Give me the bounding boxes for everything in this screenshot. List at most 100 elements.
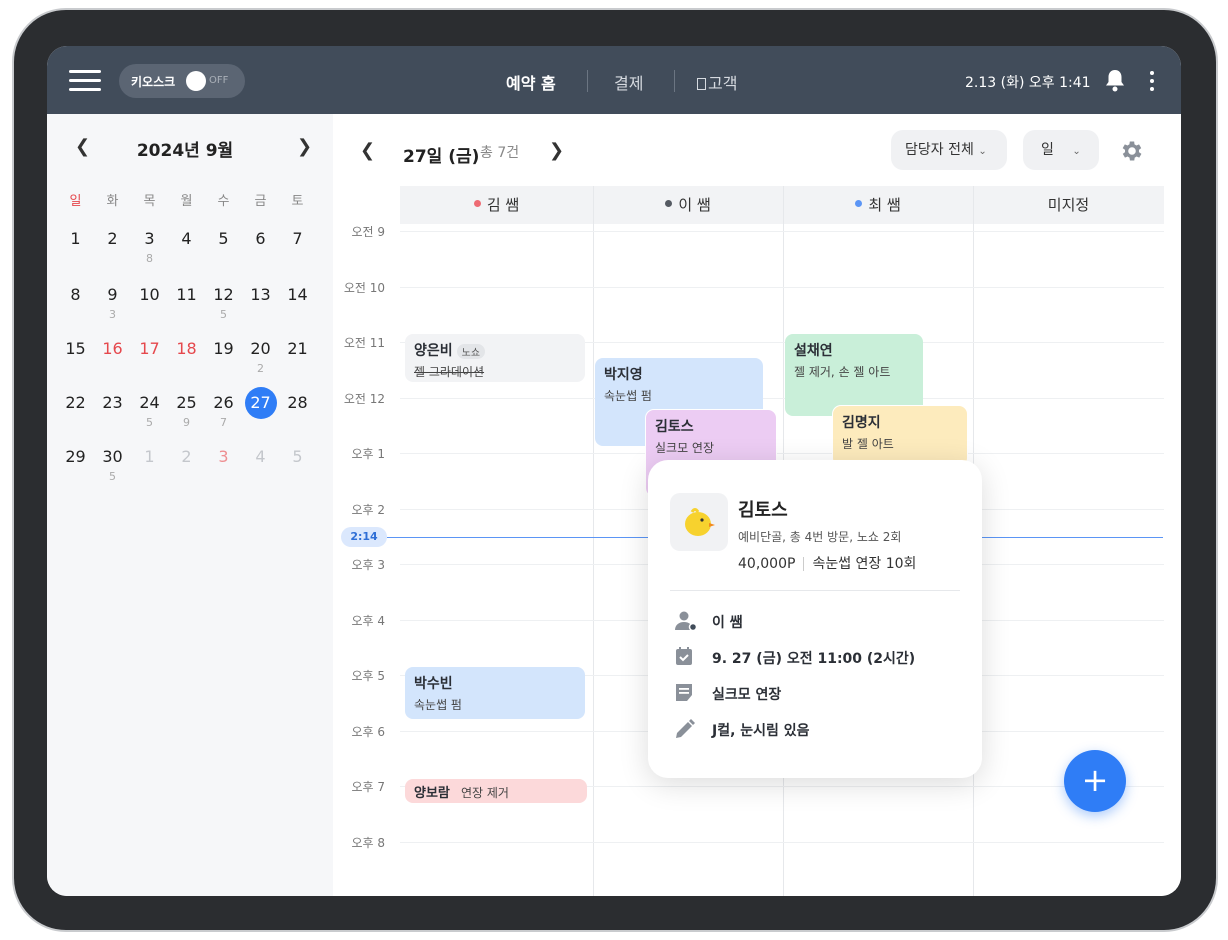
staff-filter-dropdown[interactable]: 담당자 전체 ⌄: [891, 130, 1007, 170]
calendar-day[interactable]: 12 5: [205, 282, 242, 322]
day-number: 5: [218, 229, 229, 248]
staff-color-dot: [855, 200, 863, 207]
calendar-day[interactable]: 1: [131, 444, 168, 470]
calendar-day[interactable]: 25 9: [168, 390, 205, 430]
customer-points: 40,000P: [738, 556, 796, 572]
calendar-check-icon: [676, 647, 692, 665]
appointment-card[interactable]: 설채연 젤 제거, 손 젤 아트: [785, 334, 923, 416]
day-number: 14: [287, 285, 308, 304]
calendar-day[interactable]: 23: [94, 390, 131, 416]
calendar-day[interactable]: 11: [168, 282, 205, 308]
customer-membership: 속눈썹 연장 10회: [812, 556, 917, 572]
hour-gridline: [400, 841, 1164, 843]
appointment-service: 젤 그라데이션: [414, 365, 485, 379]
calendar-day[interactable]: 28: [279, 390, 316, 416]
nav-reservation-home[interactable]: 예약 홈: [506, 70, 556, 94]
hour-label: 오후 8: [351, 835, 385, 850]
calendar-day[interactable]: 5: [279, 444, 316, 470]
more-icon[interactable]: [1149, 70, 1155, 92]
calendar-day[interactable]: 3: [205, 444, 242, 470]
day-number: 19: [213, 339, 234, 358]
calendar-day[interactable]: 6: [242, 226, 279, 252]
weekday-label: 화: [106, 194, 119, 209]
next-day-icon[interactable]: ❯: [549, 140, 564, 161]
calendar-day-selected[interactable]: 27: [242, 387, 279, 419]
kiosk-label: 키오스크: [131, 75, 176, 89]
calendar-day[interactable]: 21: [279, 336, 316, 362]
calendar-day[interactable]: 30 5: [94, 444, 131, 484]
calendar-day[interactable]: 2: [168, 444, 205, 470]
detail-memo-text: J컬, 눈시림 있음: [712, 723, 810, 739]
menu-icon[interactable]: [69, 70, 101, 92]
day-number: 10: [139, 285, 160, 304]
appointment-card[interactable]: 박수빈 속눈썹 펌: [405, 667, 585, 719]
kiosk-toggle[interactable]: 키오스크 OFF: [119, 64, 245, 98]
calendar-day[interactable]: 10: [131, 282, 168, 308]
calendar-day[interactable]: 4: [242, 444, 279, 470]
prev-day-icon[interactable]: ❮: [360, 140, 375, 161]
calendar-day[interactable]: 15: [57, 336, 94, 362]
appointment-service: 실크모 연장: [655, 441, 715, 455]
next-month-icon[interactable]: ❯: [297, 136, 312, 157]
hour-label: 오후 4: [351, 613, 385, 628]
day-reservation-count: 9: [183, 416, 190, 429]
calendar-day[interactable]: 18: [168, 336, 205, 362]
gear-icon[interactable]: [1119, 138, 1145, 164]
appointment-card[interactable]: 양보람 연장 제거: [405, 779, 587, 803]
calendar-day[interactable]: 4: [168, 226, 205, 252]
appointment-name: 김명지: [842, 415, 881, 431]
day-number: 29: [65, 447, 86, 466]
hour-label: 오후 2: [351, 502, 385, 517]
calendar-day[interactable]: 1: [57, 226, 94, 252]
chevron-down-icon: ⌄: [1072, 146, 1081, 157]
view-mode-dropdown[interactable]: 일 ⌄: [1023, 130, 1099, 170]
calendar-day[interactable]: 29: [57, 444, 94, 470]
day-number: 2: [181, 447, 192, 466]
staff-name: 김 쌤: [486, 196, 520, 214]
staff-column-header[interactable]: 이 쌤: [593, 186, 783, 224]
day-number: 12: [213, 285, 234, 304]
weekday-label: 일: [69, 194, 82, 209]
day-number: 21: [287, 339, 308, 358]
staff-column-header[interactable]: 최 쌤: [783, 186, 973, 224]
view-mode-label: 일: [1041, 142, 1054, 158]
reservation-count: 총 7건: [480, 145, 520, 161]
day-reservation-count: 3: [109, 308, 116, 321]
calendar-day[interactable]: 2: [94, 226, 131, 252]
calendar-day[interactable]: 14: [279, 282, 316, 308]
appointment-service: 속눈썹 펌: [414, 698, 462, 712]
calendar-day[interactable]: 5: [205, 226, 242, 252]
day-number: 5: [292, 447, 303, 466]
appointment-card[interactable]: 김명지 발 젤 아트: [833, 406, 967, 466]
calendar-day[interactable]: 8: [57, 282, 94, 308]
calendar-day[interactable]: 17: [131, 336, 168, 362]
clock-display: 2.13 (화) 오후 1:41: [965, 75, 1091, 91]
day-number: 15: [65, 339, 86, 358]
calendar-day[interactable]: 16: [94, 336, 131, 362]
add-reservation-button[interactable]: +: [1064, 750, 1126, 812]
calendar-day[interactable]: 93: [94, 282, 131, 322]
calendar-day[interactable]: 20 2: [242, 336, 279, 376]
hour-gridline: [400, 397, 1164, 399]
toggle-knob: [186, 71, 206, 91]
staff-column-header[interactable]: 김 쌤: [400, 186, 593, 224]
calendar-day[interactable]: 7: [279, 226, 316, 252]
nav-customer[interactable]: 고객: [697, 70, 737, 94]
nav-payment[interactable]: 결제: [614, 70, 643, 94]
day-reservation-count: 7: [220, 416, 227, 429]
calendar-day[interactable]: 13: [242, 282, 279, 308]
nav-divider: [587, 70, 588, 92]
calendar-day[interactable]: 19: [205, 336, 242, 362]
day-number: 7: [292, 229, 303, 248]
appointment-card[interactable]: 양은비 노쇼 젤 그라데이션: [405, 334, 585, 382]
calendar-day[interactable]: 26 7: [205, 390, 242, 430]
staff-column-header[interactable]: 미지정: [973, 186, 1164, 224]
hour-label: 오후 7: [351, 780, 385, 794]
bell-icon[interactable]: [1104, 68, 1126, 92]
calendar-day[interactable]: 22: [57, 390, 94, 416]
hour-gridline: [400, 231, 1164, 232]
day-reservation-count: 5: [109, 470, 116, 483]
calendar-day[interactable]: 24 5: [131, 390, 168, 430]
calendar-day[interactable]: 38: [131, 226, 168, 266]
hour-gridline: [400, 453, 1164, 454]
